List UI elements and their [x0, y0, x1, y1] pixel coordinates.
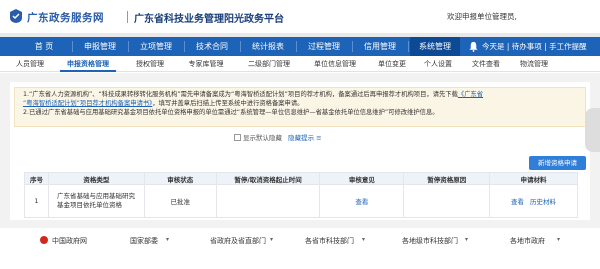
- dropdown-arrow-icon: ▾: [465, 236, 469, 243]
- qualification-table: 序号 资格类型 审核状态 暂停/取消资格起止时间 审核意见 暂停资格原因 申请材…: [24, 172, 578, 218]
- row-type-line-2: 基金项目依托单位资格: [56, 201, 122, 209]
- hint-toggle-row: 显示默认隐藏 隐藏提示 ≡: [234, 132, 322, 142]
- footer-link-provinces-sci[interactable]: 各省市科技部门: [305, 236, 354, 246]
- footer-link-city-gov[interactable]: 各地市政府: [510, 236, 545, 246]
- notice-box: 1.“广东省人力资源机构”、“科技成果转移转化服务机构”需先申请备案成为“粤海智…: [14, 87, 586, 127]
- notice-text-1: 1.“广东省人力资源机构”、“科技成果转移转化服务机构”需先申请备案成为“粤海智…: [23, 91, 458, 98]
- sub-nav-sub-department[interactable]: 二级部门管理: [240, 56, 298, 72]
- nav-separator: [408, 41, 409, 52]
- todo-links[interactable]: 今天是 | 待办事项 | 手工作提醒: [482, 37, 587, 56]
- col-header-materials: 申请材料: [489, 172, 578, 185]
- notification-bell-icon[interactable]: [468, 41, 479, 52]
- side-panel-toggle[interactable]: [585, 108, 600, 152]
- sub-nav: 人员管理 申报资格管理 授权管理 专家库管理 二级部门管理 单位信息管理 单位变…: [0, 56, 600, 72]
- notice-text-2: ，填写并盖章后扫描上传至系统中进行资格备案申请。: [152, 100, 304, 107]
- nav-separator: [296, 41, 297, 52]
- national-emblem-icon: [40, 236, 48, 244]
- welcome-text: 欢迎申报单位管理员,: [447, 12, 517, 21]
- view-opinion-link[interactable]: 查看: [355, 198, 368, 206]
- notice-line-3: 2.已通过广东省基础与应用基础研究基金项目依托单位资格申报的单位需通过“系统管理…: [23, 109, 439, 116]
- government-logo-icon: [10, 9, 22, 23]
- main-nav-process[interactable]: 过程管理: [300, 37, 348, 56]
- system-title: 广东省科技业务管理阳光政务平台: [134, 14, 284, 25]
- dropdown-arrow-icon: ▾: [557, 236, 561, 243]
- show-hidden-checkbox[interactable]: [234, 134, 241, 141]
- page: 广东政务服务网 广东省科技业务管理阳光政务平台 欢迎申报单位管理员, 首 页 申…: [0, 0, 600, 269]
- row-type: 广东省基础与应用基础研究 基金项目依托单位资格: [47, 184, 145, 218]
- footer-links: 中国政府网 国家部委 ▾ 省政府及省直部门 ▾ 各省市科技部门 ▾ 各地级市科技…: [0, 228, 600, 269]
- add-qualification-button[interactable]: 新增资格申请: [529, 156, 586, 170]
- footer-link-provincial[interactable]: 省政府及省直部门: [210, 236, 266, 246]
- main-nav-contract[interactable]: 技术合同: [188, 37, 236, 56]
- footer-link-gov[interactable]: 中国政府网: [52, 236, 87, 246]
- table-header-row: 序号 资格类型 审核状态 暂停/取消资格起止时间 审核意见 暂停资格原因 申请材…: [24, 172, 578, 185]
- row-index: 1: [24, 184, 49, 218]
- col-header-index: 序号: [24, 172, 49, 185]
- sub-nav-unit-info[interactable]: 单位信息管理: [306, 56, 364, 72]
- view-materials-link[interactable]: 查看: [511, 198, 524, 206]
- hide-tip-link[interactable]: 隐藏提示 ≡: [288, 134, 322, 142]
- row-type-line-1: 广东省基础与应用基础研究: [56, 192, 135, 200]
- nav-separator: [184, 41, 185, 52]
- row-materials-cell: 查看 历史材料: [489, 184, 578, 218]
- apply-form-link-cont[interactable]: “粤海智桥适配计划”项目荐才机构备案申请书》: [23, 100, 152, 107]
- col-header-opinion: 审核意见: [319, 172, 405, 185]
- sub-nav-personnel[interactable]: 人员管理: [8, 56, 52, 72]
- sub-nav-unit-change[interactable]: 单位变更: [372, 56, 412, 72]
- main-nav-project[interactable]: 立项管理: [132, 37, 180, 56]
- row-period: [215, 184, 321, 218]
- nav-separator: [72, 41, 73, 52]
- footer-link-ministries[interactable]: 国家部委: [130, 236, 158, 246]
- history-materials-link[interactable]: 历史材料: [530, 198, 556, 206]
- row-reason: [403, 184, 491, 218]
- col-header-reason: 暂停资格原因: [403, 172, 491, 185]
- sub-nav-file-view[interactable]: 文件查看: [466, 56, 506, 72]
- dropdown-arrow-icon: ▾: [270, 236, 274, 243]
- main-nav-home[interactable]: 首 页: [20, 37, 68, 56]
- sub-nav-authorization[interactable]: 授权管理: [128, 56, 172, 72]
- nav-separator: [128, 41, 129, 52]
- sub-nav-personal-settings[interactable]: 个人设置: [418, 56, 458, 72]
- sub-nav-qualification[interactable]: 申报资格管理: [60, 56, 116, 72]
- nav-separator: [352, 41, 353, 52]
- portal-name[interactable]: 广东政务服务网: [27, 10, 104, 25]
- col-header-period: 暂停/取消资格起止时间: [215, 172, 321, 185]
- main-nav-credit[interactable]: 信用管理: [356, 37, 404, 56]
- row-status: 已批准: [143, 184, 217, 218]
- col-header-status: 审核状态: [143, 172, 217, 185]
- footer-link-city-sci[interactable]: 各地级市科技部门: [402, 236, 458, 246]
- top-header: 广东政务服务网 广东省科技业务管理阳光政务平台 欢迎申报单位管理员,: [0, 0, 600, 37]
- notice-line-2: “粤海智桥适配计划”项目荐才机构备案申请书》，填写并盖章后扫描上传至系统中进行资…: [23, 100, 303, 109]
- row-opinion-cell: 查看: [319, 184, 405, 218]
- apply-form-link[interactable]: 《广东省: [458, 91, 483, 98]
- title-divider: [127, 11, 128, 23]
- table-row: 1 广东省基础与应用基础研究 基金项目依托单位资格 已批准 查看 查看 历史材料: [24, 184, 578, 218]
- dropdown-arrow-icon: ▾: [362, 236, 366, 243]
- main-nav-application[interactable]: 申报管理: [76, 37, 124, 56]
- show-hidden-label: 显示默认隐藏: [243, 134, 282, 142]
- main-nav-system[interactable]: 系统管理: [410, 37, 460, 56]
- dropdown-arrow-icon: ▾: [166, 236, 170, 243]
- sub-nav-expert-pool[interactable]: 专家库管理: [180, 56, 232, 72]
- col-header-type: 资格类型: [47, 172, 145, 185]
- nav-separator: [240, 41, 241, 52]
- sub-nav-logistics[interactable]: 物流管理: [514, 56, 554, 72]
- notice-line-1: 1.“广东省人力资源机构”、“科技成果转移转化服务机构”需先申请备案成为“粤海智…: [23, 91, 483, 100]
- main-nav: 首 页 申报管理 立项管理 技术合同 统计报表 过程管理 信用管理 系统管理 今…: [0, 37, 600, 56]
- main-nav-reports[interactable]: 统计报表: [244, 37, 292, 56]
